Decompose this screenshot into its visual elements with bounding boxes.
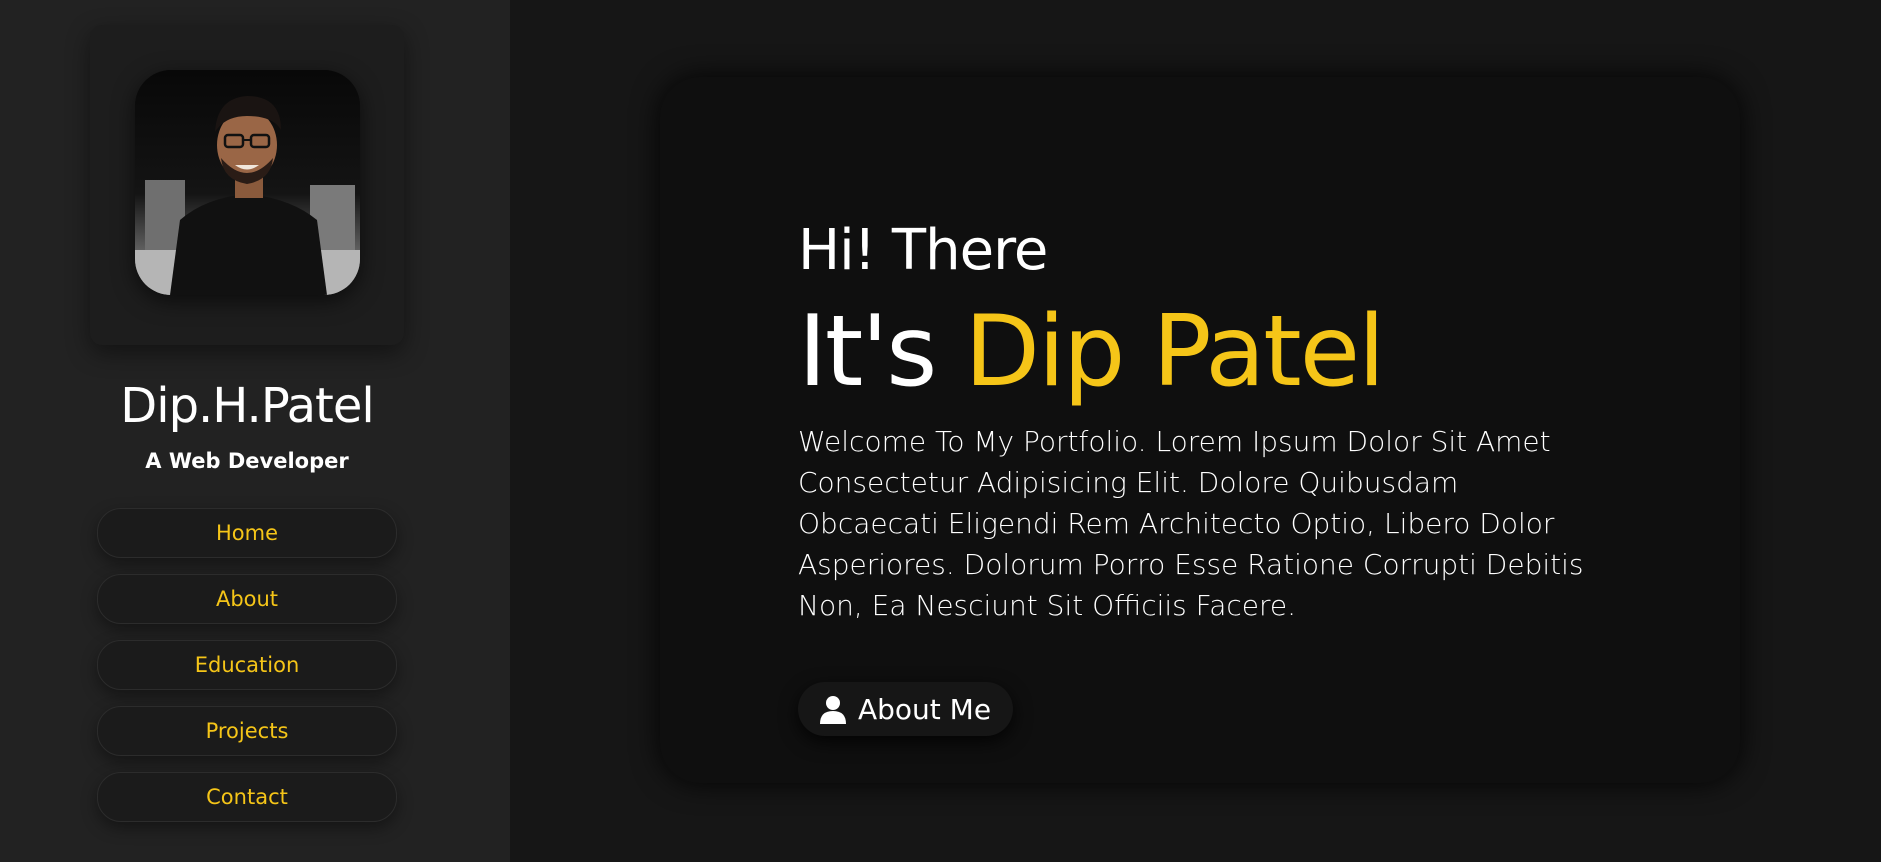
nav-item-projects[interactable]: Projects (97, 706, 397, 756)
headline-name: Dip Patel (964, 295, 1385, 409)
nav-item-about[interactable]: About (97, 574, 397, 624)
headline-prefix: It's (798, 295, 965, 409)
hero-headline: It's Dip Patel (798, 293, 1598, 411)
nav-item-contact[interactable]: Contact (97, 772, 397, 822)
sidebar: Dip.H.Patel A Web Developer Home About E… (0, 0, 510, 862)
about-me-label: About Me (858, 692, 992, 726)
hero-greeting: Hi! There (798, 218, 1048, 283)
profile-photo-image (135, 70, 360, 295)
page: Dip.H.Patel A Web Developer Home About E… (0, 0, 1881, 862)
profile-photo-card (90, 25, 404, 345)
nav-item-education[interactable]: Education (97, 640, 397, 690)
hero-intro-text: Welcome To My Portfolio. Lorem Ipsum Dol… (798, 425, 1584, 622)
about-me-button[interactable]: About Me (798, 682, 1014, 736)
user-icon (818, 694, 848, 724)
profile-name: Dip.H.Patel (120, 378, 374, 434)
nav-item-home[interactable]: Home (97, 508, 397, 558)
sidebar-nav: Home About Education Projects Contact (97, 508, 397, 838)
hero-card: Hi! There It's Dip Patel Welcome To My P… (660, 77, 1740, 783)
profile-photo (135, 70, 360, 295)
hero-content: Hi! There It's Dip Patel Welcome To My P… (798, 217, 1598, 736)
profile-role: A Web Developer (145, 449, 349, 473)
